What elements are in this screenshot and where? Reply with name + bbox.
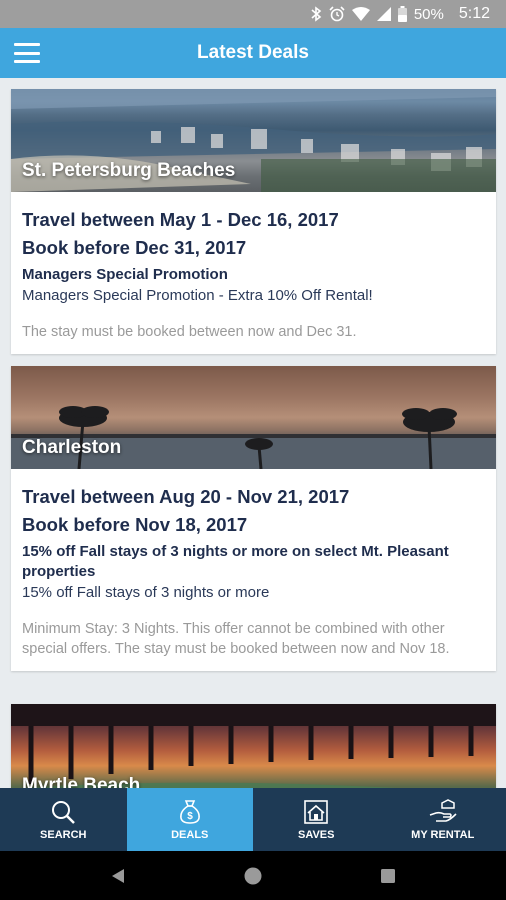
deal-details: Travel between May 1 - Dec 16, 2017 Book… (11, 192, 496, 354)
nav-search-label: SEARCH (40, 828, 87, 841)
clock: 5:12 (458, 5, 490, 22)
deal-image: Charleston (11, 366, 496, 469)
deal-card[interactable]: Charleston Travel between Aug 20 - Nov 2… (11, 366, 496, 671)
wifi-icon (351, 7, 370, 21)
nav-deals[interactable]: $ DEALS (126, 788, 253, 851)
nav-my-rental[interactable]: MY RENTAL (380, 788, 506, 851)
back-icon[interactable] (111, 868, 125, 884)
hand-rental-icon (429, 798, 457, 822)
deal-title: Managers Special Promotion (22, 266, 228, 283)
nav-saves[interactable]: SAVES (253, 788, 380, 851)
bluetooth-icon (310, 6, 322, 22)
deal-terms: The stay must be booked between now and … (22, 324, 357, 340)
book-before: Book before Nov 18, 2017 (22, 514, 248, 535)
app-bar: Latest Deals (0, 28, 506, 78)
status-bar: 50% 5:12 (0, 0, 506, 28)
deal-card[interactable]: Myrtle Beach (11, 704, 496, 788)
house-saves-icon (304, 799, 329, 824)
deal-image: Myrtle Beach (11, 704, 496, 788)
recents-icon[interactable] (381, 868, 395, 883)
page-title: Latest Deals (197, 42, 309, 63)
deal-location: Myrtle Beach (22, 775, 141, 788)
alarm-icon (329, 6, 345, 22)
system-nav (0, 851, 506, 900)
nav-my-rental-label: MY RENTAL (411, 828, 475, 841)
signal-icon (376, 7, 391, 21)
deal-details: Travel between Aug 20 - Nov 21, 2017 Boo… (11, 469, 496, 671)
nav-deals-label: DEALS (171, 828, 209, 841)
battery-icon (397, 6, 407, 22)
deal-image: St. Petersburg Beaches (11, 89, 496, 192)
search-icon (52, 800, 76, 824)
svg-text:$: $ (187, 811, 193, 822)
deal-terms: Minimum Stay: 3 Nights. This offer canno… (22, 621, 450, 657)
nav-saves-label: SAVES (298, 828, 335, 841)
nav-search[interactable]: SEARCH (0, 788, 127, 851)
deal-location: St. Petersburg Beaches (22, 160, 236, 181)
deals-list[interactable]: St. Petersburg Beaches Travel between Ma… (0, 78, 506, 788)
travel-dates: Travel between Aug 20 - Nov 21, 2017 (22, 486, 350, 507)
deal-description: 15% off Fall stays of 3 nights or more (22, 584, 270, 601)
bottom-nav: SEARCH $ DEALS SAVES MY RENTAL (0, 788, 506, 851)
deal-description: Managers Special Promotion - Extra 10% O… (22, 287, 373, 304)
deal-location: Charleston (22, 437, 122, 458)
travel-dates: Travel between May 1 - Dec 16, 2017 (22, 209, 339, 230)
deal-title: 15% off Fall stays of 3 nights or more o… (22, 543, 449, 580)
money-bag-icon: $ (179, 799, 200, 824)
deal-card[interactable]: St. Petersburg Beaches Travel between Ma… (11, 89, 496, 354)
book-before: Book before Dec 31, 2017 (22, 237, 247, 258)
home-icon[interactable] (243, 866, 263, 886)
menu-icon[interactable] (14, 40, 40, 66)
battery-percent: 50% (413, 5, 444, 23)
